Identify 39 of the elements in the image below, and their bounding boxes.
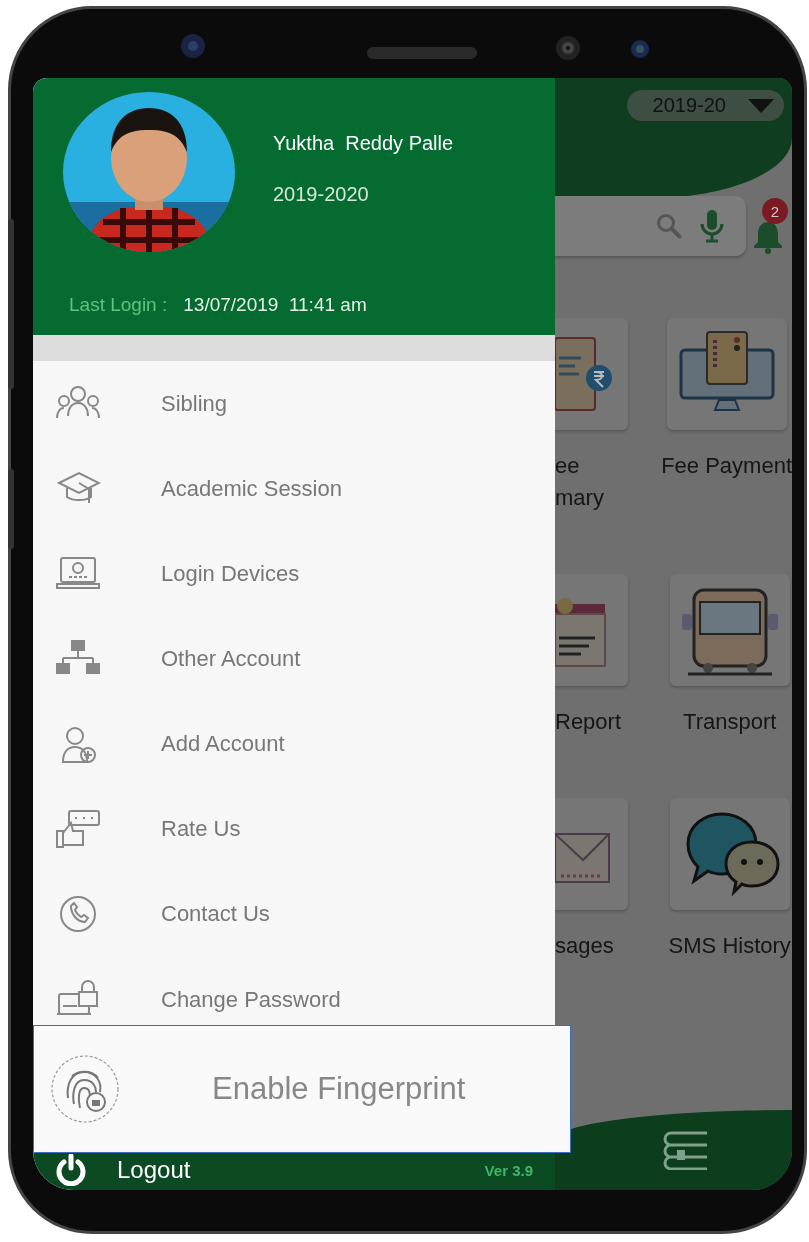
student-name: Yuktha Reddy Palle: [273, 132, 454, 155]
menu-item[interactable]: Academic Session: [33, 446, 555, 531]
session-year: 2019-2020: [273, 183, 370, 206]
last-login-time: 13/07/2019 11:41 am: [183, 294, 367, 316]
menu-item[interactable]: Add Account: [33, 701, 555, 786]
tile-card[interactable]: [666, 318, 787, 430]
tile-card[interactable]: [555, 574, 628, 686]
tile-label: SMS History: [668, 932, 791, 960]
tile-label: mary: [555, 484, 604, 512]
menu-item[interactable]: Rate Us: [33, 786, 555, 871]
menu-item[interactable]: Login Devices: [33, 531, 555, 616]
fingerprint-icon: [50, 1054, 120, 1124]
receipt-icon: [555, 334, 615, 414]
tile-label: Fee Payment: [661, 452, 792, 480]
logout-button[interactable]: Logout: [117, 1156, 191, 1184]
microphone-icon[interactable]: [700, 209, 724, 243]
menu-item[interactable]: Sibling: [33, 361, 555, 446]
tile-card[interactable]: [669, 798, 790, 910]
thumbs-up-icon: [55, 808, 101, 849]
fingerprint-panel[interactable]: Enable Fingerprint: [33, 1025, 571, 1153]
enable-fingerprint-label: Enable Fingerprint: [212, 1071, 466, 1107]
last-login-label: Last Login :: [69, 294, 168, 316]
tile-label: Transport: [683, 708, 777, 736]
version-label: Ver 3.9: [484, 1161, 533, 1179]
tile-card[interactable]: [555, 318, 628, 430]
tile-label: ee: [555, 452, 580, 480]
tile-label: sages: [555, 932, 614, 960]
power-icon[interactable]: [55, 1154, 87, 1186]
tile-label: Report: [555, 708, 622, 736]
menu-item[interactable]: Change Password: [33, 956, 555, 1024]
menu-item[interactable]: Contact Us: [33, 871, 555, 956]
tile-card[interactable]: [669, 574, 790, 686]
menu-item[interactable]: Other Account: [33, 616, 555, 701]
search-icon: [656, 213, 682, 239]
caret-icon: [748, 98, 774, 113]
notification-badge: 2: [762, 198, 788, 224]
tile-card[interactable]: [555, 798, 628, 910]
search-field[interactable]: [555, 196, 746, 256]
year-dropdown[interactable]: 2019-20: [626, 90, 784, 121]
